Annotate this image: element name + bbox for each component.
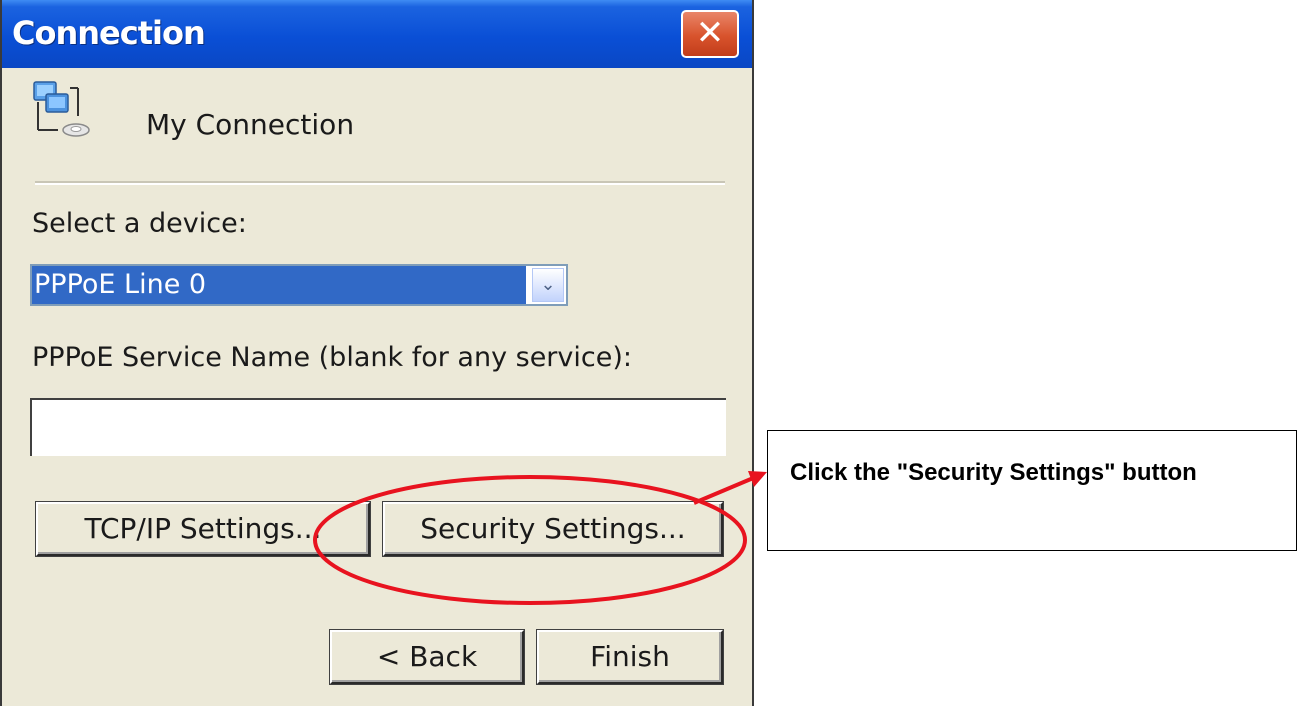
device-select[interactable]: PPPoE Line 0 ⌄ [30, 264, 568, 306]
title-bar[interactable]: Connection ✕ [2, 0, 752, 68]
tcpip-settings-button[interactable]: TCP/IP Settings... [36, 502, 370, 556]
back-button[interactable]: < Back [330, 630, 524, 684]
close-icon: ✕ [695, 13, 725, 53]
connection-window: Connection ✕ My Connection Select a devi… [0, 0, 754, 706]
close-button[interactable]: ✕ [681, 10, 739, 58]
service-name-input[interactable] [30, 398, 726, 456]
device-select-value: PPPoE Line 0 [32, 266, 526, 304]
separator [35, 181, 725, 185]
device-label: Select a device: [32, 208, 247, 239]
dropdown-button[interactable]: ⌄ [532, 268, 564, 302]
instruction-text: Click the "Security Settings" button [790, 459, 1197, 486]
connection-name: My Connection [146, 108, 355, 141]
instruction-callout: Click the "Security Settings" button [767, 430, 1297, 551]
network-computers-icon [33, 81, 90, 137]
finish-button[interactable]: Finish [537, 630, 723, 684]
service-name-label: PPPoE Service Name (blank for any servic… [32, 342, 632, 373]
chevron-down-icon: ⌄ [540, 274, 556, 295]
window-title: Connection [12, 14, 206, 52]
security-settings-button[interactable]: Security Settings... [383, 502, 723, 556]
